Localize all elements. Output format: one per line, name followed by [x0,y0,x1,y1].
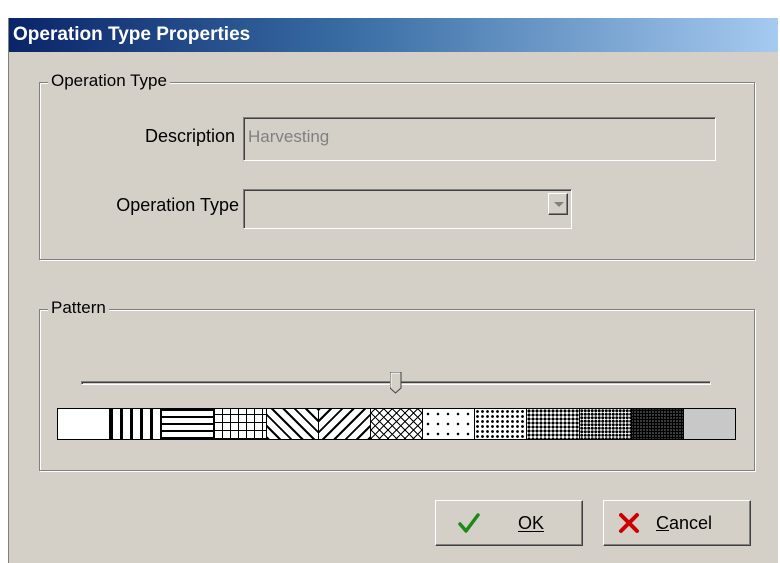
pattern-swatch-vertical[interactable] [109,409,162,439]
pattern-swatch-dots-denser[interactable] [578,409,631,439]
operation-type-group-legend: Operation Type [48,71,170,91]
operation-type-group: Operation Type [39,71,755,260]
cancel-button[interactable]: Cancel [603,500,751,546]
pattern-swatch-dots-medium[interactable] [474,409,527,439]
pattern-swatch-solid[interactable] [58,409,110,439]
pattern-swatch-horizontal[interactable] [161,409,214,439]
pattern-strip[interactable] [57,408,736,440]
pattern-swatch-diagonal-cross[interactable] [369,409,423,439]
pattern-swatch-dots-sparse[interactable] [422,409,475,439]
operation-type-label: Operation Type [116,195,239,215]
title-bar[interactable]: Operation Type Properties [9,18,778,52]
ok-button-label: OK [518,512,545,533]
description-field-value: Harvesting [248,127,330,146]
x-icon [619,513,639,533]
pattern-swatch-dots-heaviest[interactable] [682,409,736,439]
cancel-mnemonic: C [656,512,669,533]
pattern-slider-thumb[interactable] [390,372,402,394]
ok-button[interactable]: OK [435,500,583,546]
pattern-group-legend: Pattern [48,298,109,318]
cancel-button-label: Cancel [656,513,712,534]
description-field[interactable]: Harvesting [243,117,716,161]
operation-type-combo[interactable] [243,189,572,229]
dialog-window: Operation Type Properties Operation Type… [8,18,778,563]
combo-dropdown-arrow-icon[interactable] [548,193,568,215]
cancel-rest: ancel [669,512,713,533]
window-title: Operation Type Properties [13,24,251,45]
pattern-swatch-dots-dense[interactable] [526,409,579,439]
pattern-swatch-dots-heavy[interactable] [630,409,683,439]
checkmark-icon [458,513,480,533]
description-label: Description [144,126,235,146]
pattern-swatch-diagonal-back[interactable] [317,409,370,439]
pattern-swatch-diagonal-fwd[interactable] [265,409,318,439]
pattern-swatch-cross[interactable] [213,409,266,439]
